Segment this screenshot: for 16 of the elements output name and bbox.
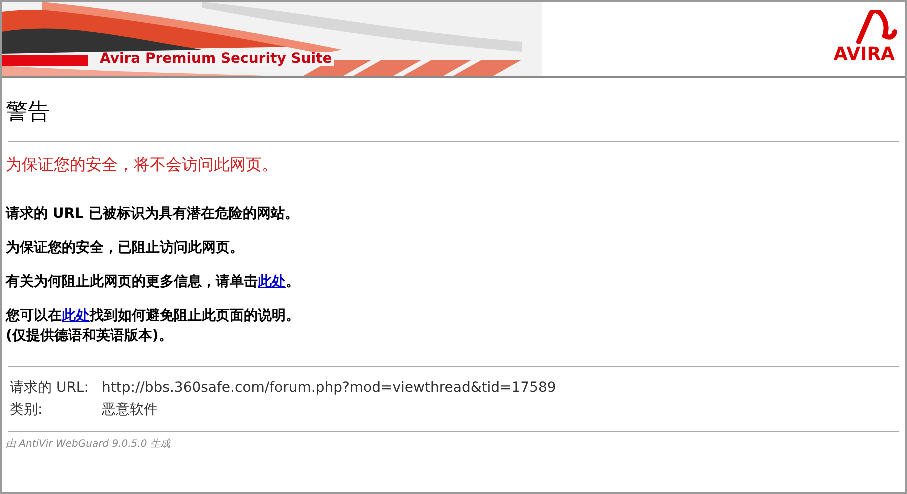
paragraph-note: (仅提供德语和英语版本)。	[6, 327, 174, 346]
link[interactable]: 此处	[62, 308, 90, 324]
paragraph: 有关为何阻止此网页的更多信息，请单击此处。	[6, 273, 301, 292]
product-name: Avira Premium Security Suite	[98, 52, 334, 66]
detail-label: 类别:	[10, 401, 44, 420]
logo-text: AVIRA	[834, 46, 895, 64]
paragraph: 为保证您的安全，已阻止访问此网页。	[6, 238, 245, 258]
warning-message: 为保证您的安全，将不会访问此网页。	[6, 154, 279, 176]
footer-text: 由 AntiVir WebGuard 9.0.5.0 生成	[6, 438, 172, 452]
detail-value: 恶意软件	[102, 401, 158, 420]
page-title: 警告	[6, 99, 51, 127]
link[interactable]: 此处	[258, 274, 286, 290]
detail-label: 请求的 URL:	[10, 379, 90, 398]
paragraph: 请求的 URL 已被标识为具有潜在危险的网站。	[6, 205, 300, 224]
detail-value: http://bbs.360safe.com/forum.php?mod=viewthread&tid=17589	[102, 379, 556, 398]
paragraph: 您可以在此处找到如何避免阻止此页面的说明。	[6, 307, 301, 326]
